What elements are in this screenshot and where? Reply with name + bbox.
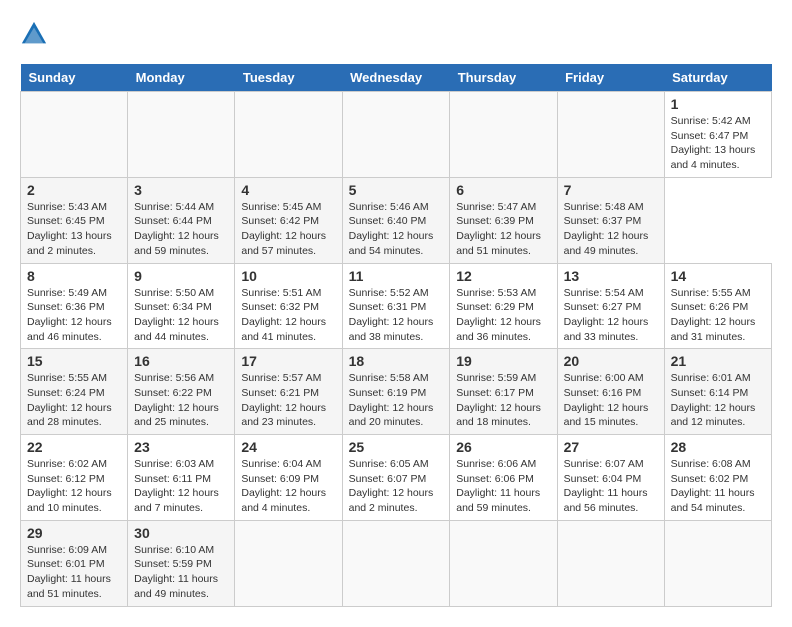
day-header-tuesday: Tuesday	[235, 64, 342, 92]
calendar-week-2: 2Sunrise: 5:43 AMSunset: 6:45 PMDaylight…	[21, 177, 772, 263]
calendar-day-30: 30Sunrise: 6:10 AMSunset: 5:59 PMDayligh…	[128, 520, 235, 606]
calendar-day-17: 17Sunrise: 5:57 AMSunset: 6:21 PMDayligh…	[235, 349, 342, 435]
empty-cell	[450, 92, 557, 178]
calendar-day-18: 18Sunrise: 5:58 AMSunset: 6:19 PMDayligh…	[342, 349, 450, 435]
calendar-day-23: 23Sunrise: 6:03 AMSunset: 6:11 PMDayligh…	[128, 435, 235, 521]
calendar-day-20: 20Sunrise: 6:00 AMSunset: 6:16 PMDayligh…	[557, 349, 664, 435]
calendar-day-1: 1Sunrise: 5:42 AMSunset: 6:47 PMDaylight…	[664, 92, 771, 178]
calendar-day-27: 27Sunrise: 6:07 AMSunset: 6:04 PMDayligh…	[557, 435, 664, 521]
calendar-day-3: 3Sunrise: 5:44 AMSunset: 6:44 PMDaylight…	[128, 177, 235, 263]
calendar-day-5: 5Sunrise: 5:46 AMSunset: 6:40 PMDaylight…	[342, 177, 450, 263]
day-header-thursday: Thursday	[450, 64, 557, 92]
day-header-saturday: Saturday	[664, 64, 771, 92]
calendar-day-15: 15Sunrise: 5:55 AMSunset: 6:24 PMDayligh…	[21, 349, 128, 435]
calendar-header-row: SundayMondayTuesdayWednesdayThursdayFrid…	[21, 64, 772, 92]
calendar-day-9: 9Sunrise: 5:50 AMSunset: 6:34 PMDaylight…	[128, 263, 235, 349]
empty-cell	[235, 92, 342, 178]
day-header-wednesday: Wednesday	[342, 64, 450, 92]
calendar-day-16: 16Sunrise: 5:56 AMSunset: 6:22 PMDayligh…	[128, 349, 235, 435]
calendar-day-6: 6Sunrise: 5:47 AMSunset: 6:39 PMDaylight…	[450, 177, 557, 263]
calendar-day-14: 14Sunrise: 5:55 AMSunset: 6:26 PMDayligh…	[664, 263, 771, 349]
day-header-sunday: Sunday	[21, 64, 128, 92]
calendar-day-10: 10Sunrise: 5:51 AMSunset: 6:32 PMDayligh…	[235, 263, 342, 349]
calendar-week-5: 22Sunrise: 6:02 AMSunset: 6:12 PMDayligh…	[21, 435, 772, 521]
calendar-week-3: 8Sunrise: 5:49 AMSunset: 6:36 PMDaylight…	[21, 263, 772, 349]
calendar-day-7: 7Sunrise: 5:48 AMSunset: 6:37 PMDaylight…	[557, 177, 664, 263]
calendar-day-25: 25Sunrise: 6:05 AMSunset: 6:07 PMDayligh…	[342, 435, 450, 521]
empty-cell	[128, 92, 235, 178]
calendar-day-26: 26Sunrise: 6:06 AMSunset: 6:06 PMDayligh…	[450, 435, 557, 521]
calendar-day-24: 24Sunrise: 6:04 AMSunset: 6:09 PMDayligh…	[235, 435, 342, 521]
calendar-day-22: 22Sunrise: 6:02 AMSunset: 6:12 PMDayligh…	[21, 435, 128, 521]
empty-cell	[235, 520, 342, 606]
empty-cell	[664, 520, 771, 606]
empty-cell	[450, 520, 557, 606]
empty-cell	[342, 92, 450, 178]
calendar-table: SundayMondayTuesdayWednesdayThursdayFrid…	[20, 64, 772, 607]
calendar-day-13: 13Sunrise: 5:54 AMSunset: 6:27 PMDayligh…	[557, 263, 664, 349]
calendar-day-29: 29Sunrise: 6:09 AMSunset: 6:01 PMDayligh…	[21, 520, 128, 606]
calendar-week-6: 29Sunrise: 6:09 AMSunset: 6:01 PMDayligh…	[21, 520, 772, 606]
calendar-day-21: 21Sunrise: 6:01 AMSunset: 6:14 PMDayligh…	[664, 349, 771, 435]
day-header-monday: Monday	[128, 64, 235, 92]
calendar-day-11: 11Sunrise: 5:52 AMSunset: 6:31 PMDayligh…	[342, 263, 450, 349]
empty-cell	[21, 92, 128, 178]
calendar-week-1: 1Sunrise: 5:42 AMSunset: 6:47 PMDaylight…	[21, 92, 772, 178]
calendar-week-4: 15Sunrise: 5:55 AMSunset: 6:24 PMDayligh…	[21, 349, 772, 435]
logo	[20, 20, 52, 48]
calendar-day-2: 2Sunrise: 5:43 AMSunset: 6:45 PMDaylight…	[21, 177, 128, 263]
day-header-friday: Friday	[557, 64, 664, 92]
empty-cell	[342, 520, 450, 606]
empty-cell	[557, 520, 664, 606]
calendar-day-8: 8Sunrise: 5:49 AMSunset: 6:36 PMDaylight…	[21, 263, 128, 349]
empty-cell	[557, 92, 664, 178]
page-header	[20, 20, 772, 48]
calendar-day-12: 12Sunrise: 5:53 AMSunset: 6:29 PMDayligh…	[450, 263, 557, 349]
calendar-day-19: 19Sunrise: 5:59 AMSunset: 6:17 PMDayligh…	[450, 349, 557, 435]
logo-icon	[20, 20, 48, 48]
calendar-day-28: 28Sunrise: 6:08 AMSunset: 6:02 PMDayligh…	[664, 435, 771, 521]
calendar-day-4: 4Sunrise: 5:45 AMSunset: 6:42 PMDaylight…	[235, 177, 342, 263]
